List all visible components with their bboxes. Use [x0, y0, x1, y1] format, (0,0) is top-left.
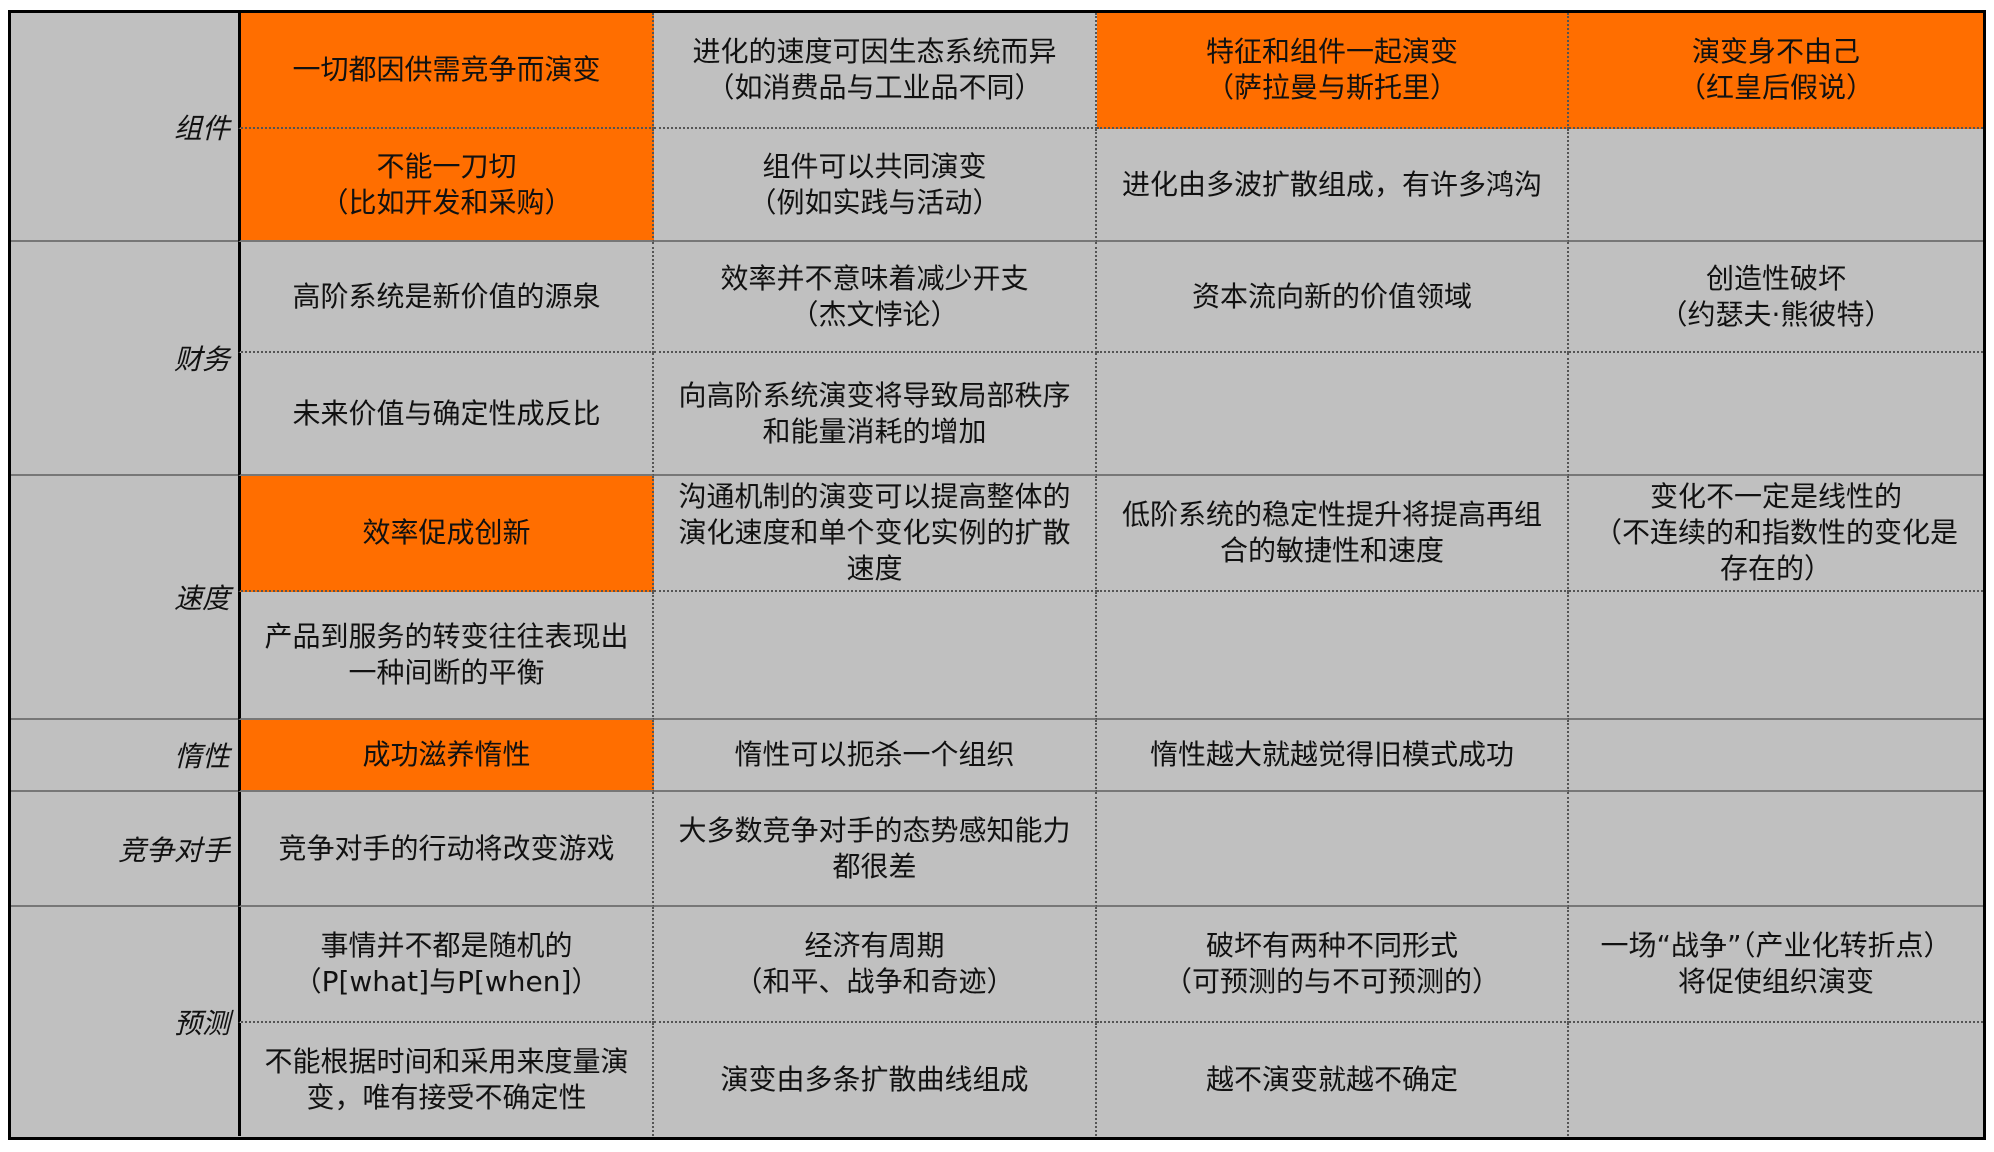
table-cell [1097, 353, 1569, 476]
table-cell: 经济有周期 （和平、战争和奇迹） [654, 907, 1097, 1023]
table-cell: 产品到服务的转变往往表现出 一种间断的平衡 [238, 592, 654, 720]
table-cell: 变化不一定是线性的 （不连续的和指数性的变化是 存在的） [1569, 476, 1983, 592]
table-cell: 组件可以共同演变 （例如实践与活动） [654, 129, 1097, 242]
table-cell [1569, 353, 1983, 476]
table-cell: 资本流向新的价值领域 [1097, 242, 1569, 353]
table-cell: 高阶系统是新价值的源泉 [238, 242, 654, 353]
table-cell: 效率并不意味着减少开支 （杰文悖论） [654, 242, 1097, 353]
category-inertia: 惰性 [11, 720, 238, 792]
table-cell: 效率促成创新 [238, 476, 654, 592]
table-cell: 演变身不由己 （红皇后假说） [1569, 13, 1983, 129]
table-cell: 破坏有两种不同形式 （可预测的与不可预测的） [1097, 907, 1569, 1023]
category-finance: 财务 [11, 242, 238, 476]
table-cell: 不能根据时间和采用来度量演 变，唯有接受不确定性 [238, 1023, 654, 1136]
table-cell: 一场“战争”（产业化转折点） 将促使组织演变 [1569, 907, 1983, 1023]
table-cell: 成功滋养惰性 [238, 720, 654, 792]
table-cell: 向高阶系统演变将导致局部秩序 和能量消耗的增加 [654, 353, 1097, 476]
category-prediction: 预测 [11, 907, 238, 1136]
table-cell: 大多数竞争对手的态势感知能力 都很差 [654, 792, 1097, 907]
table-cell [654, 592, 1097, 720]
table-cell: 低阶系统的稳定性提升将提高再组 合的敏捷性和速度 [1097, 476, 1569, 592]
table-cell [1569, 129, 1983, 242]
table-cell [1569, 1023, 1983, 1136]
table-cell: 进化由多波扩散组成，有许多鸿沟 [1097, 129, 1569, 242]
table-cell: 进化的速度可因生态系统而异 （如消费品与工业品不同） [654, 13, 1097, 129]
table-cell: 越不演变就越不确定 [1097, 1023, 1569, 1136]
table-cell: 特征和组件一起演变 （萨拉曼与斯托里） [1097, 13, 1569, 129]
table-cell: 沟通机制的演变可以提高整体的 演化速度和单个变化实例的扩散 速度 [654, 476, 1097, 592]
table-cell: 演变由多条扩散曲线组成 [654, 1023, 1097, 1136]
table-cell [1097, 792, 1569, 907]
table-cell: 未来价值与确定性成反比 [238, 353, 654, 476]
table-cell: 一切都因供需竞争而演变 [238, 13, 654, 129]
category-components: 组件 [11, 13, 238, 242]
table-cell: 事情并不都是随机的 （P[what]与P[when]） [238, 907, 654, 1023]
doctrine-table: 组件 财务 速度 惰性 竞争对手 预测 一切都因供需竞争而演变 进化的速度可因生态… [8, 10, 1986, 1140]
table-cell: 不能一刀切 （比如开发和采购） [238, 129, 654, 242]
table-cell: 创造性破坏 （约瑟夫·熊彼特） [1569, 242, 1983, 353]
table-cell: 惰性越大就越觉得旧模式成功 [1097, 720, 1569, 792]
table-cell: 竞争对手的行动将改变游戏 [238, 792, 654, 907]
table-cell [1569, 792, 1983, 907]
table-cell [1569, 720, 1983, 792]
table-cell [1569, 592, 1983, 720]
table-cell: 惰性可以扼杀一个组织 [654, 720, 1097, 792]
category-speed: 速度 [11, 476, 238, 720]
table-cell [1097, 592, 1569, 720]
category-competitors: 竞争对手 [11, 792, 238, 907]
